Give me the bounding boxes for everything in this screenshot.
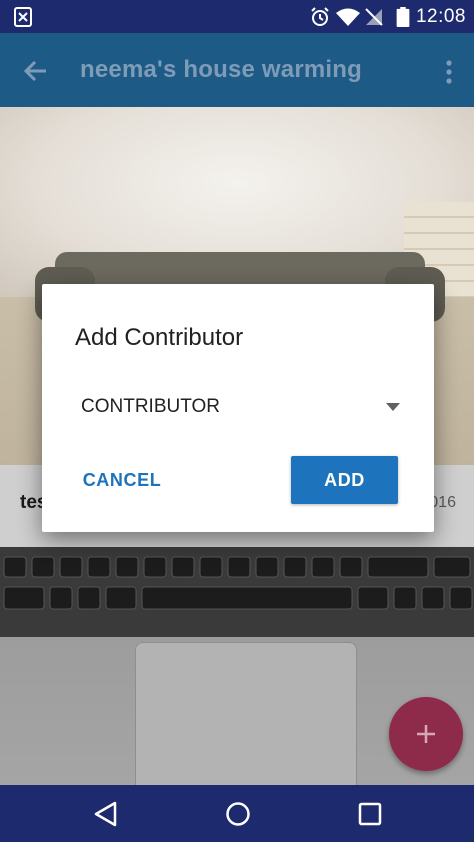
dropdown-arrow-icon (386, 403, 400, 411)
notification-icon (14, 7, 32, 27)
cancel-button[interactable]: CANCEL (72, 456, 172, 504)
status-time: 12:08 (415, 6, 466, 27)
status-bar: 12:08 (0, 0, 474, 33)
wifi-icon (336, 8, 360, 26)
role-select-value: CONTRIBUTOR (81, 396, 220, 417)
battery-icon (396, 7, 410, 27)
add-contributor-dialog: Add Contributor CONTRIBUTOR CANCEL ADD (42, 284, 434, 532)
back-triangle-icon[interactable] (92, 800, 120, 828)
role-select[interactable]: CONTRIBUTOR (81, 394, 401, 422)
add-button[interactable]: ADD (291, 456, 398, 504)
system-nav-bar (0, 785, 474, 842)
home-circle-icon[interactable] (224, 800, 252, 828)
recents-square-icon[interactable] (356, 800, 384, 828)
no-signal-icon (365, 8, 383, 26)
dialog-title: Add Contributor (75, 324, 244, 351)
alarm-icon (311, 7, 329, 26)
